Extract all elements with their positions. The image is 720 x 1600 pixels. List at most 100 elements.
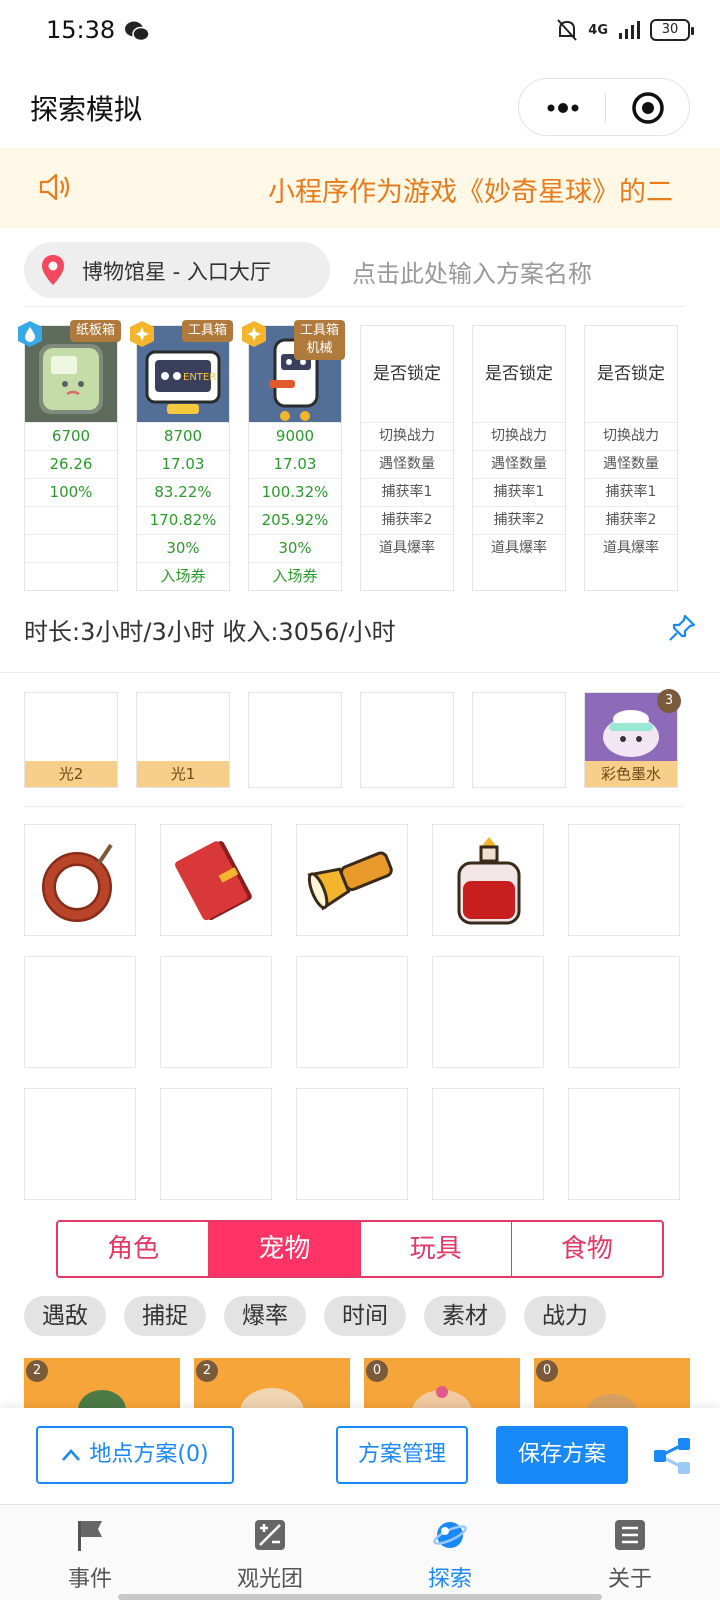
network-label: 4G	[588, 22, 608, 38]
category-tabs: 角色 宠物 玩具 食物	[56, 1220, 664, 1278]
title-bar: 探索模拟	[0, 64, 720, 148]
filter-capture[interactable]: 捕捉	[124, 1296, 206, 1336]
nav-about[interactable]: 关于	[540, 1505, 720, 1600]
divider	[24, 306, 684, 307]
character-card-3[interactable]: 工具箱 机械 9000 17.03 100.32% 205.92% 30% 入场…	[242, 320, 345, 591]
tab-pet[interactable]: 宠物	[209, 1222, 361, 1276]
character-card-2[interactable]: ENTER 工具箱 8700 17.03 83.22% 170.82% 30% …	[130, 320, 233, 591]
lock-toggle[interactable]: 是否锁定	[361, 326, 453, 422]
nav-label: 探索	[427, 1567, 472, 1592]
home-indicator[interactable]	[118, 1594, 602, 1600]
list-icon	[615, 1520, 645, 1550]
battery-icon: 30	[650, 19, 694, 41]
item-slot-7[interactable]	[160, 956, 272, 1068]
empty-character-slot-5[interactable]: 是否锁定 切换战力 遇怪数量 捕获率1 捕获率2 道具爆率	[472, 325, 566, 591]
pet-card-1[interactable]: 2	[24, 1358, 180, 1408]
filter-encounter[interactable]: 遇敌	[24, 1296, 106, 1336]
filter-drop-rate[interactable]: 爆率	[224, 1296, 306, 1336]
location-pin-icon	[42, 255, 64, 285]
slot-label: 光1	[137, 761, 229, 787]
slot-4[interactable]	[360, 692, 454, 788]
stat-power: 9000	[249, 422, 341, 450]
tab-food[interactable]: 食物	[511, 1222, 662, 1276]
bottom-nav: 事件 观光团 探索 关于	[0, 1504, 720, 1600]
stat-encounter: 17.03	[137, 450, 229, 478]
page-title: 探索模拟	[30, 93, 143, 126]
stat-ticket	[25, 562, 117, 590]
calculator-icon	[255, 1520, 285, 1550]
pet-card-2[interactable]: 2	[194, 1358, 350, 1408]
slot-5[interactable]	[472, 692, 566, 788]
pet-card-4[interactable]: 0	[534, 1358, 690, 1408]
item-slot-11[interactable]	[24, 1088, 136, 1200]
tab-role[interactable]: 角色	[58, 1222, 210, 1276]
item-slot-2[interactable]	[160, 824, 272, 936]
item-slot-6[interactable]	[24, 956, 136, 1068]
pet-count-badge: 2	[196, 1360, 218, 1382]
stat-power: 6700	[25, 422, 117, 450]
slot-2[interactable]: 光1	[136, 692, 230, 788]
item-slot-8[interactable]	[296, 956, 408, 1068]
item-slot-3[interactable]	[296, 824, 408, 936]
item-slot-14[interactable]	[432, 1088, 544, 1200]
scheme-name-input[interactable]: 点击此处输入方案名称	[352, 254, 592, 289]
location-selector[interactable]: 博物馆星 - 入口大厅	[24, 242, 330, 298]
stat-label-capture-1: 捕获率1	[361, 478, 453, 506]
more-icon[interactable]	[543, 93, 583, 123]
gold-badge-icon	[130, 321, 154, 347]
notice-bar[interactable]: 小程序作为游戏《妙奇星球》的二	[0, 148, 720, 228]
slot-1[interactable]: 光2	[24, 692, 118, 788]
stat-drop-rate	[25, 534, 117, 562]
item-slot-1[interactable]	[24, 824, 136, 936]
slot-3[interactable]	[248, 692, 342, 788]
status-bar: 15:38 4G 30	[0, 0, 720, 64]
blue-drop-badge-icon	[18, 321, 42, 347]
item-slot-13[interactable]	[296, 1088, 408, 1200]
pet-card-3[interactable]: 0	[364, 1358, 520, 1408]
nav-label: 观光团	[236, 1567, 303, 1592]
slot-label: 彩色墨水	[585, 761, 677, 787]
nav-tour-group[interactable]: 观光团	[180, 1505, 360, 1600]
pet-icon	[78, 1390, 126, 1408]
filter-time[interactable]: 时间	[324, 1296, 406, 1336]
stat-encounter: 17.03	[249, 450, 341, 478]
red-book-icon	[175, 841, 252, 921]
stat-label-encounter: 遇怪数量	[585, 450, 677, 478]
status-icons: 4G 30	[556, 18, 694, 42]
duration-income: 时长:3小时/3小时 收入:3056/小时	[24, 618, 396, 646]
sausage-ring-icon	[42, 843, 113, 922]
nav-explore[interactable]: 探索	[360, 1505, 540, 1600]
item-slot-5[interactable]	[568, 824, 680, 936]
lock-toggle[interactable]: 是否锁定	[585, 326, 677, 422]
flashlight-icon	[307, 851, 393, 911]
item-slot-9[interactable]	[432, 956, 544, 1068]
stat-label-encounter: 遇怪数量	[361, 450, 453, 478]
character-card-1[interactable]: 纸板箱 6700 26.26 100%	[18, 320, 121, 591]
item-slot-4[interactable]	[432, 824, 544, 936]
stat-label-capture-2: 捕获率2	[473, 506, 565, 534]
location-scheme-button[interactable]: 地点方案(0)	[36, 1426, 234, 1484]
share-icon[interactable]	[652, 1438, 692, 1474]
tab-toy[interactable]: 玩具	[360, 1222, 512, 1276]
filter-material[interactable]: 素材	[424, 1296, 506, 1336]
stat-power: 8700	[137, 422, 229, 450]
pin-icon[interactable]	[668, 614, 696, 642]
filter-power[interactable]: 战力	[524, 1296, 606, 1336]
stat-capture-1: 100%	[25, 478, 117, 506]
close-target-icon[interactable]	[631, 91, 665, 125]
item-slot-15[interactable]	[568, 1088, 680, 1200]
nav-events[interactable]: 事件	[0, 1505, 180, 1600]
red-potion-icon	[457, 837, 521, 925]
stat-ticket: 入场券	[249, 562, 341, 590]
scheme-manage-button[interactable]: 方案管理	[336, 1426, 468, 1484]
stat-label-capture-2: 捕获率2	[361, 506, 453, 534]
save-scheme-button[interactable]: 保存方案	[496, 1426, 628, 1484]
item-slot-12[interactable]	[160, 1088, 272, 1200]
item-slot-10[interactable]	[568, 956, 680, 1068]
lock-toggle[interactable]: 是否锁定	[473, 326, 565, 422]
slot-label: 光2	[25, 761, 117, 787]
empty-character-slot-4[interactable]: 是否锁定 切换战力 遇怪数量 捕获率1 捕获率2 道具爆率	[360, 325, 454, 591]
stat-drop-rate: 30%	[137, 534, 229, 562]
slot-6[interactable]: 彩色墨水 3	[584, 689, 681, 788]
empty-character-slot-6[interactable]: 是否锁定 切换战力 遇怪数量 捕获率1 捕获率2 道具爆率	[584, 325, 678, 591]
